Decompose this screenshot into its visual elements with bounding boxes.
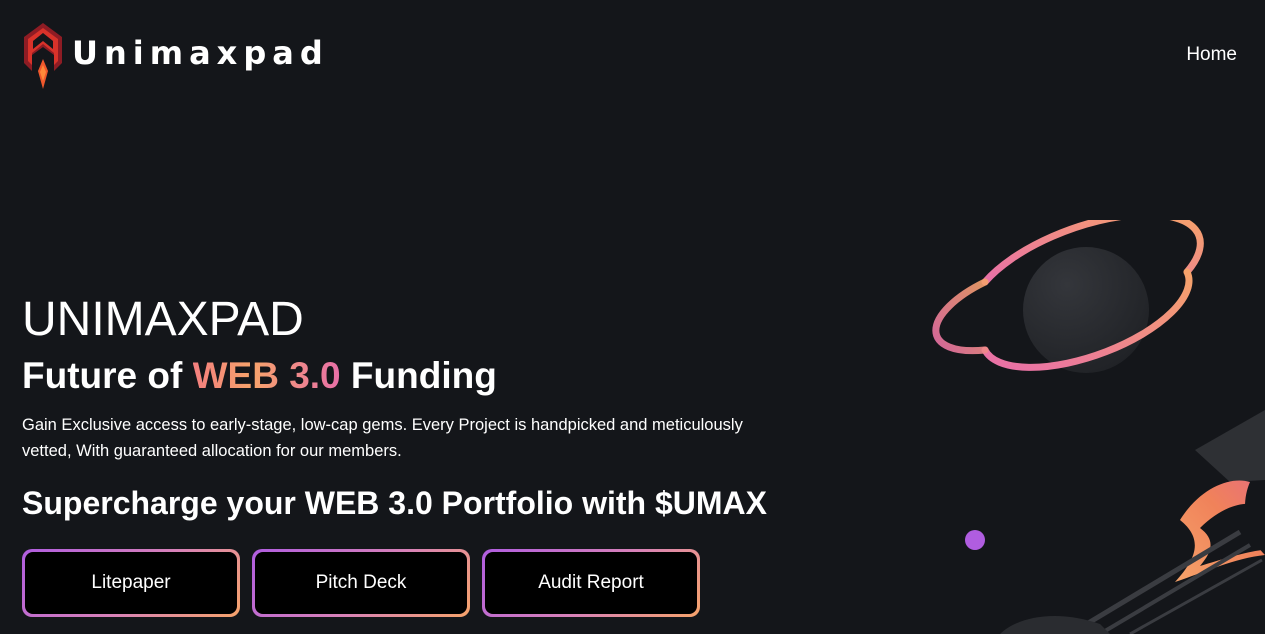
hero-section: UNIMAXPAD Future of WEB 3.0 Funding Gain… <box>22 290 822 524</box>
litepaper-button[interactable]: Litepaper <box>22 549 240 617</box>
hero-tagline: Supercharge your WEB 3.0 Portfolio with … <box>22 485 767 521</box>
nav-link-home[interactable]: Home <box>1186 44 1237 66</box>
pitch-deck-button[interactable]: Pitch Deck <box>252 549 470 617</box>
audit-report-button-label: Audit Report <box>485 552 697 614</box>
hero-subtitle-highlight: WEB 3.0 <box>192 355 341 396</box>
planet-icon <box>932 220 1204 373</box>
purple-dot <box>965 530 985 550</box>
brand-logo[interactable]: Unimaxpad <box>20 20 329 92</box>
hero-subtitle-suffix: Funding <box>340 355 497 396</box>
hero-description: Gain Exclusive access to early-stage, lo… <box>22 416 743 460</box>
hero-illustration <box>932 220 1265 634</box>
rocket-logo-icon <box>24 23 62 89</box>
hero-title: UNIMAXPAD <box>22 293 304 346</box>
audit-report-button[interactable]: Audit Report <box>482 549 700 617</box>
brand-name: Unimaxpad <box>72 34 329 72</box>
landing-page: Unimaxpad Home UNIMAXPAD Future of WEB 3… <box>0 0 1265 634</box>
hero-subtitle: Future of WEB 3.0 Funding <box>22 352 822 400</box>
hero-subtitle-prefix: Future of <box>22 355 193 396</box>
litepaper-button-label: Litepaper <box>25 552 237 614</box>
hero-buttons: Litepaper Pitch Deck Audit Report <box>22 549 700 617</box>
rocket-icon <box>1000 410 1265 634</box>
pitch-deck-button-label: Pitch Deck <box>255 552 467 614</box>
